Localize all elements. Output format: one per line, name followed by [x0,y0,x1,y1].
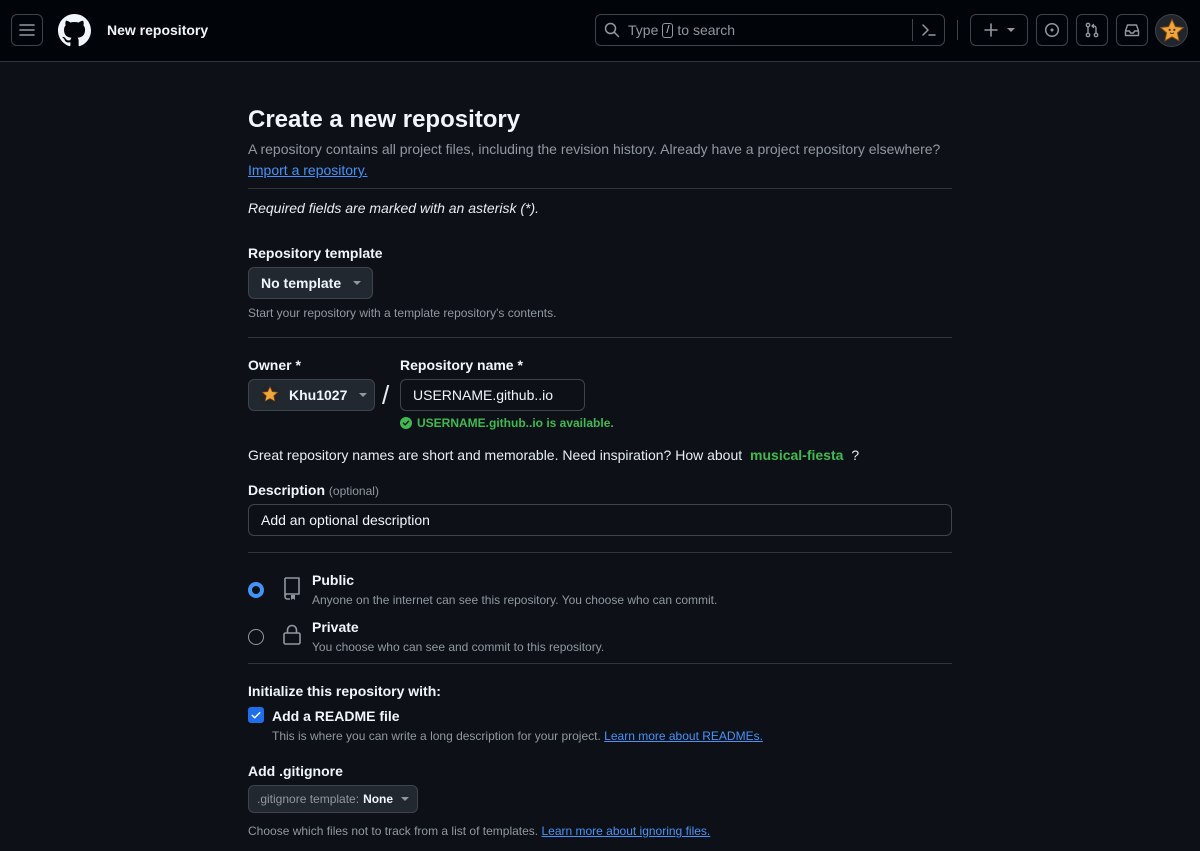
description-label: Description (optional) [248,482,379,498]
search-shortcut-key: / [662,22,674,38]
checkmark-icon [251,712,261,719]
issue-opened-icon [1044,22,1060,38]
repo-name-value: USERNAME.github..io [413,387,554,403]
gitignore-note: Choose which files not to track from a l… [248,824,710,838]
github-logo[interactable] [58,14,91,47]
repo-icon [284,577,300,600]
search-placeholder: Type / to search [628,22,735,38]
search-input[interactable]: Type / to search [595,14,945,46]
star-avatar-icon [1158,17,1185,42]
menu-button[interactable] [11,14,43,46]
availability-message: USERNAME.github..io is available. [400,416,614,430]
github-icon [58,14,91,47]
divider [248,188,952,189]
pull-requests-button[interactable] [1076,14,1108,46]
user-avatar[interactable] [1155,14,1188,47]
divider [248,552,952,553]
required-fields-note: Required fields are marked with an aster… [248,200,540,216]
hamburger-icon [19,24,35,36]
template-dropdown[interactable]: No template [248,267,373,299]
public-description: Anyone on the internet can see this repo… [312,593,718,607]
page-subtitle: A repository contains all project files,… [248,141,941,157]
gitignore-dropdown[interactable]: .gitignore template: None [248,785,419,813]
template-label: Repository template [248,245,383,261]
command-palette-button[interactable] [912,19,944,41]
private-title: Private [312,619,359,635]
readme-description: This is where you can write a long descr… [272,729,601,743]
private-description: You choose who can see and commit to thi… [312,640,605,654]
readme-checkbox[interactable] [248,707,264,723]
availability-text: USERNAME.github..io is available. [417,416,614,430]
inspiration-end: ? [851,447,860,463]
inbox-button[interactable] [1116,14,1148,46]
owner-repo-separator: / [382,380,390,410]
search-suffix: to search [677,22,736,38]
context-title[interactable]: New repository [107,22,208,38]
gitignore-description: Choose which files not to track from a l… [248,824,539,838]
public-radio[interactable] [248,582,264,598]
issues-button[interactable] [1036,14,1068,46]
chevron-down-icon [359,393,368,397]
owner-dropdown[interactable]: Khu1027 [248,379,375,411]
inspiration-text: Great repository names are short and mem… [248,447,743,463]
create-new-button[interactable] [970,14,1028,46]
inbox-icon [1124,24,1140,37]
import-repository-link[interactable]: Import a repository. [248,162,368,178]
divider [248,663,952,664]
readme-title[interactable]: Add a README file [272,708,400,724]
optional-hint: (optional) [328,484,379,498]
template-value: No template [261,275,342,291]
readme-note: This is where you can write a long descr… [272,729,763,743]
lock-icon [283,624,301,645]
git-pull-request-icon [1085,22,1099,38]
owner-label: Owner * [248,357,301,373]
header-divider [957,20,958,40]
template-note: Start your repository with a template re… [248,306,557,320]
repo-name-label: Repository name * [400,357,523,373]
repo-name-input[interactable]: USERNAME.github..io [400,379,585,411]
gitignore-value: None [363,792,394,806]
search-prefix: Type [628,22,659,38]
app-header: New repository Type / to search [0,0,1200,62]
page-title: Create a new repository [248,106,521,133]
readme-learn-more-link[interactable]: Learn more about READMEs. [604,729,763,743]
chevron-down-icon [1007,28,1015,32]
private-radio[interactable] [248,629,264,645]
chevron-down-icon [353,281,362,285]
terminal-icon [921,24,936,36]
divider [248,337,952,338]
public-title: Public [312,572,355,588]
description-label-text: Description [248,482,326,498]
chevron-down-icon [401,797,410,801]
gitignore-learn-more-link[interactable]: Learn more about ignoring files. [541,824,710,838]
suggested-name[interactable]: musical-fiesta [750,447,843,463]
search-icon [604,22,620,38]
gitignore-label: Add .gitignore [248,763,343,779]
description-placeholder: Add an optional description [261,512,430,528]
init-label: Initialize this repository with: [248,683,441,699]
plus-icon [984,23,998,37]
description-input[interactable]: Add an optional description [248,504,952,536]
gitignore-prefix: .gitignore template: [257,792,360,806]
owner-value: Khu1027 [289,387,348,403]
name-inspiration: Great repository names are short and mem… [248,447,859,463]
check-circle-icon [400,417,412,429]
owner-avatar-icon [259,384,281,406]
